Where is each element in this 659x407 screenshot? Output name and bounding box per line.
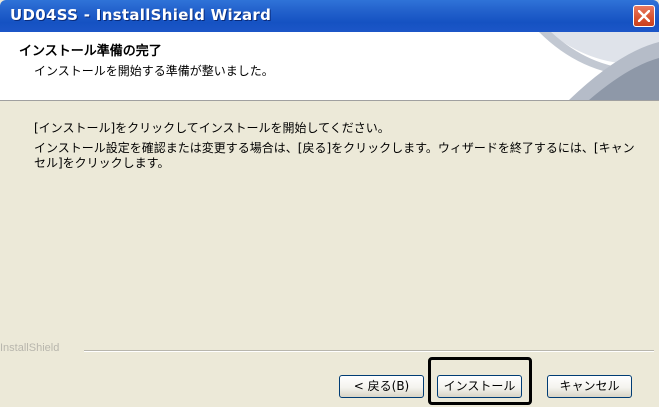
installshield-wizard-window: UD04SS - InstallShield Wizard インストール準備の完… [0, 0, 659, 407]
instruction-text: [インストール]をクリックしてインストールを開始してください。 [34, 121, 390, 135]
page-subtitle: インストールを開始する準備が整いました。 [34, 64, 274, 78]
installshield-brand-label: InstallShield [0, 342, 60, 354]
window-title: UD04SS - InstallShield Wizard [10, 6, 272, 24]
page-title: インストール準備の完了 [19, 44, 162, 59]
close-button[interactable] [633, 5, 655, 27]
info-text: インストール設定を確認または変更する場合は、[戻る]をクリックします。ウィザード… [34, 141, 635, 170]
wizard-header: インストール準備の完了 インストールを開始する準備が整いました。 [0, 32, 659, 101]
close-icon [638, 10, 650, 22]
back-button[interactable]: < 戻る(B) [339, 375, 424, 398]
installshield-logo-graphic [539, 32, 659, 100]
title-bar[interactable]: UD04SS - InstallShield Wizard [0, 0, 659, 32]
cancel-button[interactable]: キャンセル [547, 375, 632, 398]
install-button-highlight-box [428, 357, 532, 405]
footer-divider [84, 350, 654, 352]
wizard-content: [インストール]をクリックしてインストールを開始してください。 インストール設定… [0, 101, 659, 351]
